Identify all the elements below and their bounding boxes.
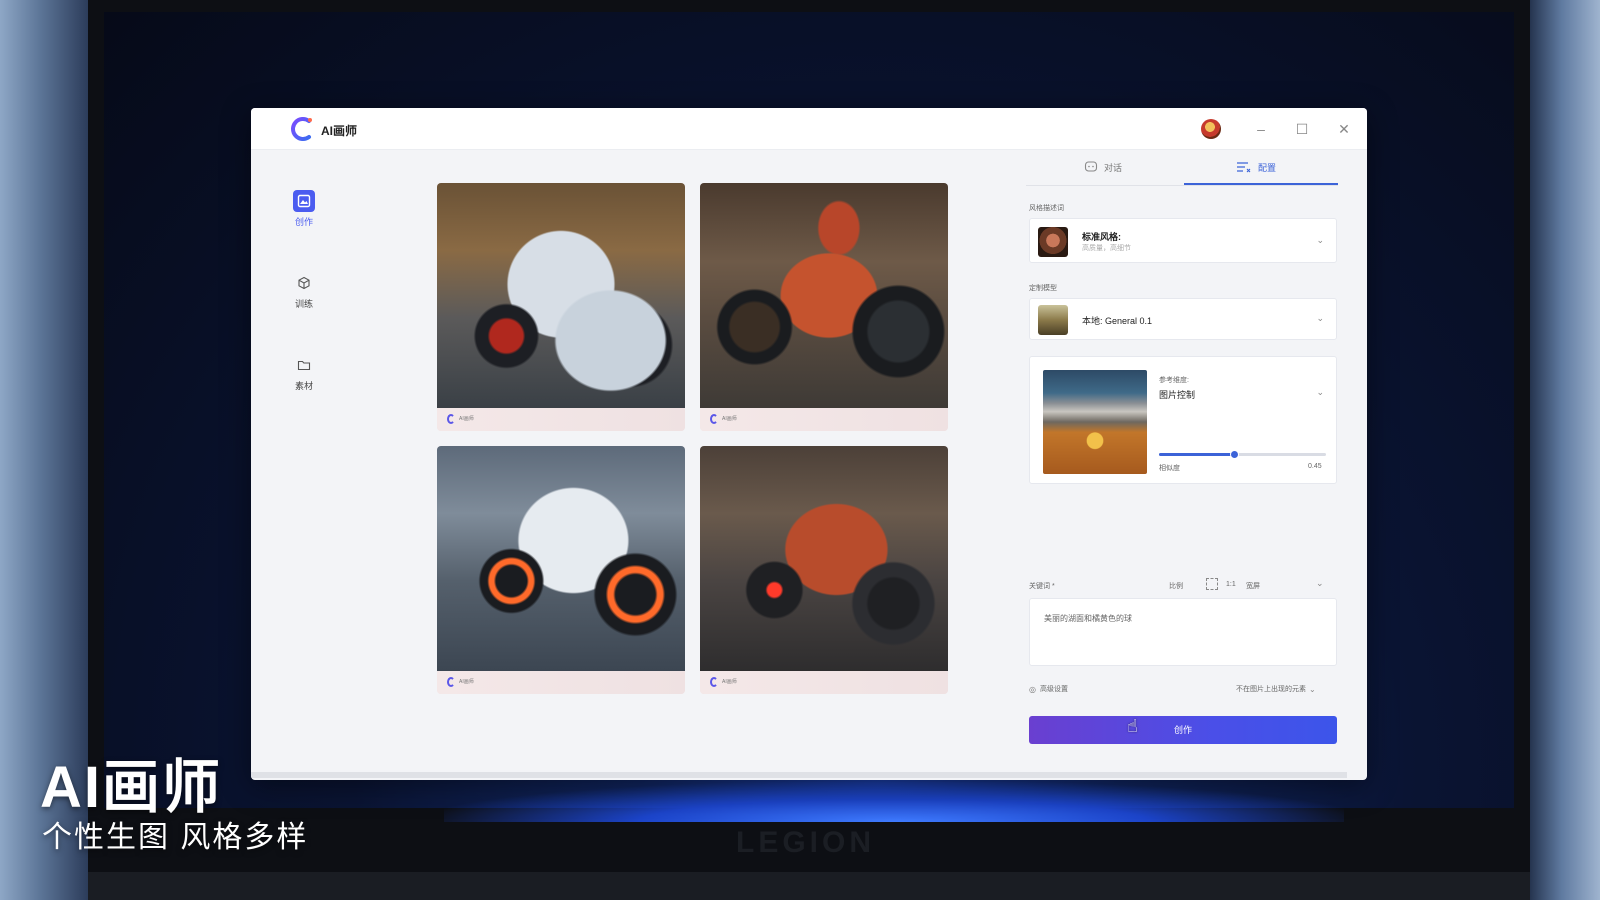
background-right-blur <box>1530 0 1600 900</box>
app-logo-icon <box>291 117 312 141</box>
nav-label-assets: 素材 <box>294 381 313 391</box>
negative-elements-label: 不在图片上出现的元素 <box>1236 686 1306 693</box>
negative-elements-toggle[interactable]: 不在图片上出现的元素 ⌄ <box>1236 684 1316 694</box>
nav-item-train[interactable]: 训练 <box>279 272 329 310</box>
image-footer: AI画师 <box>437 671 685 694</box>
similarity-slider[interactable] <box>1159 450 1326 459</box>
chevron-down-icon[interactable]: ⌄ <box>1316 578 1355 589</box>
watermark-logo-icon <box>710 677 718 687</box>
tab-chat[interactable]: 对话 <box>1084 160 1122 174</box>
reference-image[interactable] <box>1043 370 1147 474</box>
left-nav: 创作 训练 素材 <box>251 150 361 780</box>
watermark-logo-icon <box>447 677 455 687</box>
prompt-input[interactable]: 美丽的湖面和橘黄色的球 <box>1029 598 1337 666</box>
model-thumbnail <box>1038 305 1068 335</box>
watermark-text: AI画师 <box>722 416 737 422</box>
prompt-text: 美丽的湖面和橘黄色的球 <box>1044 614 1132 623</box>
chevron-down-icon: ⌄ <box>1316 235 1324 245</box>
reference-dimension-value: 图片控制 <box>1159 390 1196 400</box>
motorcycle-image-white-neon <box>437 446 685 671</box>
tab-config-label: 配置 <box>1258 162 1277 173</box>
similarity-label: 相似度 <box>1159 465 1180 472</box>
motorcycle-image-silver-red <box>437 183 685 408</box>
reference-card: 参考维度: 图片控制 ⌄ 相似度 0.45 <box>1029 356 1337 484</box>
model-value: 本地: General 0.1 <box>1082 316 1153 326</box>
motorcycle-image-copper <box>700 183 948 408</box>
tab-chat-label: 对话 <box>1104 162 1123 173</box>
chat-icon <box>1084 161 1098 172</box>
chevron-down-icon: ⌄ <box>1309 684 1316 694</box>
ratio-value[interactable]: 1:1 <box>1226 581 1236 588</box>
nav-item-create[interactable]: 创作 <box>279 190 329 228</box>
laptop-base <box>88 872 1530 900</box>
chevron-down-icon: ⌄ <box>1316 313 1324 323</box>
cube-icon <box>293 272 315 294</box>
maximize-icon[interactable]: ☐ <box>1291 118 1313 140</box>
overlay-subtitle: 个性生图 风格多样 <box>42 821 309 854</box>
ratio-label: 比例 <box>1169 583 1183 590</box>
watermark-logo-icon <box>710 414 718 424</box>
app-title: AI画师 <box>321 124 358 138</box>
style-title: 标准风格: <box>1082 232 1121 242</box>
aspect-ratio-icon[interactable] <box>1206 578 1218 590</box>
image-footer: AI画师 <box>700 671 948 694</box>
keywords-label: 关键词 * <box>1029 583 1055 590</box>
create-button[interactable]: 创作 <box>1029 716 1337 744</box>
image-footer: AI画师 <box>437 408 685 431</box>
reference-dimension-label: 参考维度: <box>1159 377 1189 384</box>
minimize-icon[interactable]: – <box>1250 118 1272 140</box>
eye-icon: ◎ <box>1029 684 1036 694</box>
device-brand-logo: LEGION <box>736 826 876 859</box>
style-subtitle: 高质量，高细节 <box>1082 245 1131 252</box>
slider-handle[interactable] <box>1230 450 1240 459</box>
advanced-settings-toggle[interactable]: ◎ 高级设置 <box>1029 684 1068 694</box>
motorcycle-image-red-dark <box>700 446 948 671</box>
gallery-image-3[interactable]: AI画师 <box>437 446 685 694</box>
user-avatar[interactable] <box>1201 119 1221 139</box>
active-tab-indicator <box>1184 183 1338 185</box>
desktop-wallpaper-bloom <box>444 782 1344 822</box>
model-section-label: 定制模型 <box>1029 285 1057 292</box>
style-section-label: 风格描述词 <box>1029 205 1064 212</box>
watermark-text: AI画师 <box>459 679 474 685</box>
gallery-image-4[interactable]: AI画师 <box>700 446 948 694</box>
nav-label-create: 创作 <box>294 217 313 227</box>
slider-fill <box>1159 453 1235 456</box>
gallery-image-2[interactable]: AI画师 <box>700 183 948 431</box>
similarity-value: 0.45 <box>1308 463 1322 470</box>
image-create-icon <box>293 190 315 212</box>
style-thumbnail <box>1038 227 1068 257</box>
watermark-logo-icon <box>447 414 455 424</box>
nav-item-assets[interactable]: 素材 <box>279 354 329 392</box>
horizontal-scrollbar[interactable] <box>251 772 1347 778</box>
watermark-text: AI画师 <box>459 416 474 422</box>
model-select[interactable]: 本地: General 0.1 ⌄ <box>1029 298 1337 340</box>
panel-tabs: 对话 配置 <box>1026 150 1338 186</box>
app-window: AI画师 – ☐ ✕ 创作 训练 素材 AI画师 AI画师 AI画师 AI画师 … <box>251 108 1367 780</box>
titlebar: AI画师 – ☐ ✕ <box>251 108 1367 150</box>
ratio-mode[interactable]: 宽屏 <box>1246 581 1260 591</box>
mouse-cursor-icon: ☝ <box>1127 716 1138 736</box>
style-select[interactable]: 标准风格: 高质量，高细节 ⌄ <box>1029 218 1337 263</box>
advanced-settings-label: 高级设置 <box>1039 686 1068 693</box>
close-icon[interactable]: ✕ <box>1333 118 1355 140</box>
gallery-image-1[interactable]: AI画师 <box>437 183 685 431</box>
image-footer: AI画师 <box>700 408 948 431</box>
nav-label-train: 训练 <box>294 299 313 309</box>
watermark-text: AI画师 <box>722 679 737 685</box>
folder-icon <box>293 354 315 376</box>
tab-config[interactable]: 配置 <box>1236 160 1276 174</box>
chevron-down-icon[interactable]: ⌄ <box>1316 387 1324 398</box>
config-icon <box>1237 162 1251 173</box>
